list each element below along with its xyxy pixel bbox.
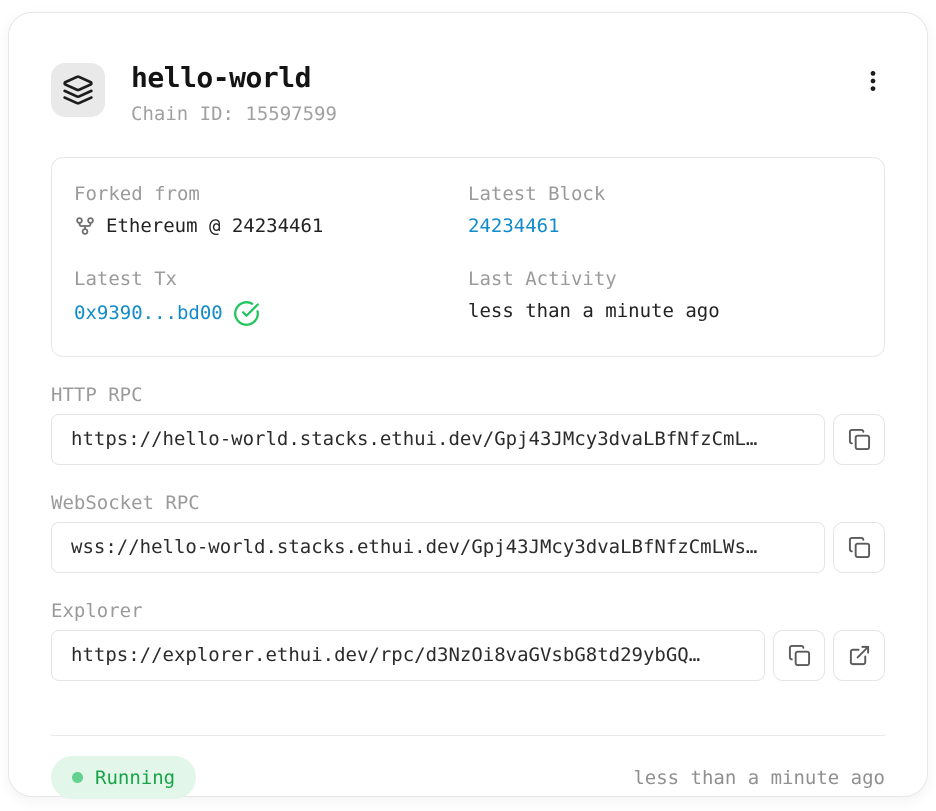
layers-icon — [62, 74, 94, 106]
ws-rpc-copy-button[interactable] — [833, 522, 885, 573]
status-dot-icon — [72, 772, 83, 783]
overview-panel: Forked from Ethereum @ 24234461 Latest B… — [51, 157, 885, 357]
last-activity-label: Last Activity — [468, 268, 862, 291]
http-rpc-row: https://hello-world.stacks.ethui.dev/Gpj… — [51, 414, 885, 465]
explorer-input[interactable]: https://explorer.ethui.dev/rpc/d3NzOi8va… — [51, 630, 765, 681]
copy-icon — [848, 428, 871, 451]
http-rpc-input[interactable]: https://hello-world.stacks.ethui.dev/Gpj… — [51, 414, 825, 465]
ws-rpc-input[interactable]: wss://hello-world.stacks.ethui.dev/Gpj43… — [51, 522, 825, 573]
kebab-vertical-icon — [860, 68, 886, 94]
card-header: hello-world Chain ID: 15597599 — [51, 63, 885, 125]
card-menu-button[interactable] — [853, 61, 893, 101]
ws-rpc-label: WebSocket RPC — [51, 492, 885, 514]
latest-block-link[interactable]: 24234461 — [468, 215, 560, 238]
chain-id-subtitle: Chain ID: 15597599 — [131, 103, 853, 125]
chain-avatar — [51, 63, 105, 117]
http-rpc-label: HTTP RPC — [51, 384, 885, 406]
explorer-label: Explorer — [51, 600, 885, 622]
forked-from-value-row: Ethereum @ 24234461 — [74, 215, 468, 238]
overview-forked-from: Forked from Ethereum @ 24234461 — [74, 183, 468, 238]
status-badge: Running — [51, 756, 196, 799]
explorer-row: https://explorer.ethui.dev/rpc/d3NzOi8va… — [51, 630, 885, 681]
external-link-icon — [848, 644, 871, 667]
overview-last-activity: Last Activity less than a minute ago — [468, 268, 862, 327]
git-fork-icon — [74, 215, 96, 237]
footer-divider — [51, 735, 885, 736]
latest-tx-value-row: 0x9390...bd00 — [74, 300, 468, 327]
http-rpc-copy-button[interactable] — [833, 414, 885, 465]
last-activity-value: less than a minute ago — [468, 300, 862, 323]
latest-block-value-row: 24234461 — [468, 215, 862, 238]
forked-from-label: Forked from — [74, 183, 468, 206]
copy-icon — [788, 644, 811, 667]
latest-tx-link[interactable]: 0x9390...bd00 — [74, 302, 223, 325]
circle-check-icon — [233, 300, 260, 327]
page-title: hello-world — [131, 63, 853, 94]
latest-tx-label: Latest Tx — [74, 268, 468, 291]
latest-block-label: Latest Block — [468, 183, 862, 206]
forked-from-value: Ethereum @ 24234461 — [106, 215, 323, 238]
overview-latest-block: Latest Block 24234461 — [468, 183, 862, 238]
overview-latest-tx: Latest Tx 0x9390...bd00 — [74, 268, 468, 327]
copy-icon — [848, 536, 871, 559]
footer-timestamp: less than a minute ago — [633, 767, 885, 789]
card-footer: Running less than a minute ago — [51, 756, 885, 799]
ws-rpc-row: wss://hello-world.stacks.ethui.dev/Gpj43… — [51, 522, 885, 573]
fork-details-card: hello-world Chain ID: 15597599 Forked fr… — [8, 12, 928, 797]
title-block: hello-world Chain ID: 15597599 — [131, 63, 853, 125]
explorer-copy-button[interactable] — [773, 630, 825, 681]
explorer-open-button[interactable] — [833, 630, 885, 681]
status-label: Running — [95, 767, 175, 789]
